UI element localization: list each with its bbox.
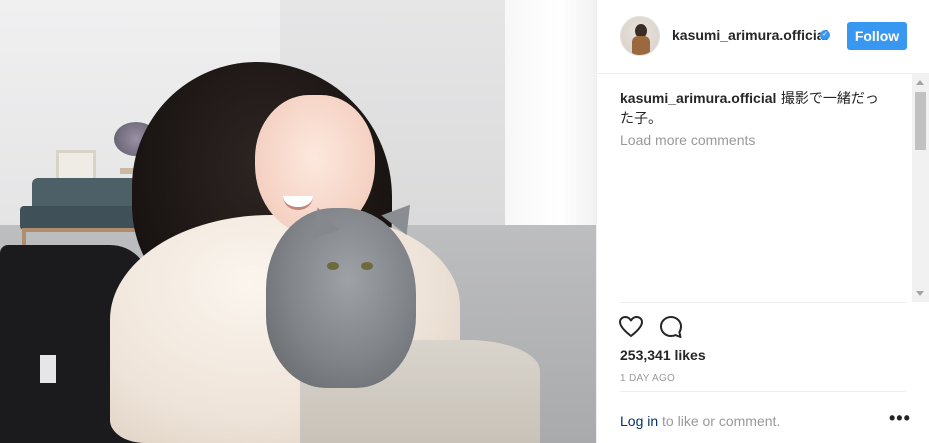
post-header: kasumi_arimura.official ✓ Follow — [597, 0, 929, 74]
avatar-body — [632, 36, 650, 55]
comments-scrollbar[interactable] — [912, 74, 929, 302]
scrollbar-thumb[interactable] — [915, 92, 926, 150]
heart-icon[interactable] — [617, 313, 645, 341]
login-prompt-text: to like or comment. — [658, 413, 781, 429]
footer-divider — [620, 391, 907, 392]
post-caption: kasumi_arimura.official 撮影で一緒だった子。 — [620, 88, 892, 129]
likes-count[interactable]: 253,341 likes — [620, 347, 706, 363]
gray-cat — [266, 208, 416, 388]
login-link[interactable]: Log in — [620, 413, 658, 429]
chair-tag — [40, 355, 56, 383]
login-prompt: Log in to like or comment. — [620, 413, 780, 429]
comment-bubble-icon[interactable] — [657, 313, 685, 341]
post-side-panel: kasumi_arimura.official ✓ Follow kasumi_… — [596, 0, 929, 443]
cat-eye-right — [361, 262, 373, 270]
avatar[interactable] — [620, 16, 660, 56]
comments-section: kasumi_arimura.official 撮影で一緒だった子。 Load … — [597, 74, 929, 302]
caption-username-link[interactable]: kasumi_arimura.official — [620, 90, 776, 106]
username-link[interactable]: kasumi_arimura.official — [672, 27, 828, 43]
cat-eye-left — [327, 262, 339, 270]
follow-button[interactable]: Follow — [847, 22, 907, 50]
post-timestamp[interactable]: 1 DAY AGO — [620, 373, 675, 384]
scroll-down-arrow-icon[interactable] — [916, 291, 924, 296]
scroll-up-arrow-icon[interactable] — [916, 80, 924, 85]
section-divider — [620, 302, 907, 303]
more-options-icon[interactable]: ••• — [889, 409, 911, 427]
verified-badge-icon: ✓ — [820, 30, 830, 40]
load-more-comments-button[interactable]: Load more comments — [620, 132, 755, 148]
post-photo[interactable] — [0, 0, 596, 443]
